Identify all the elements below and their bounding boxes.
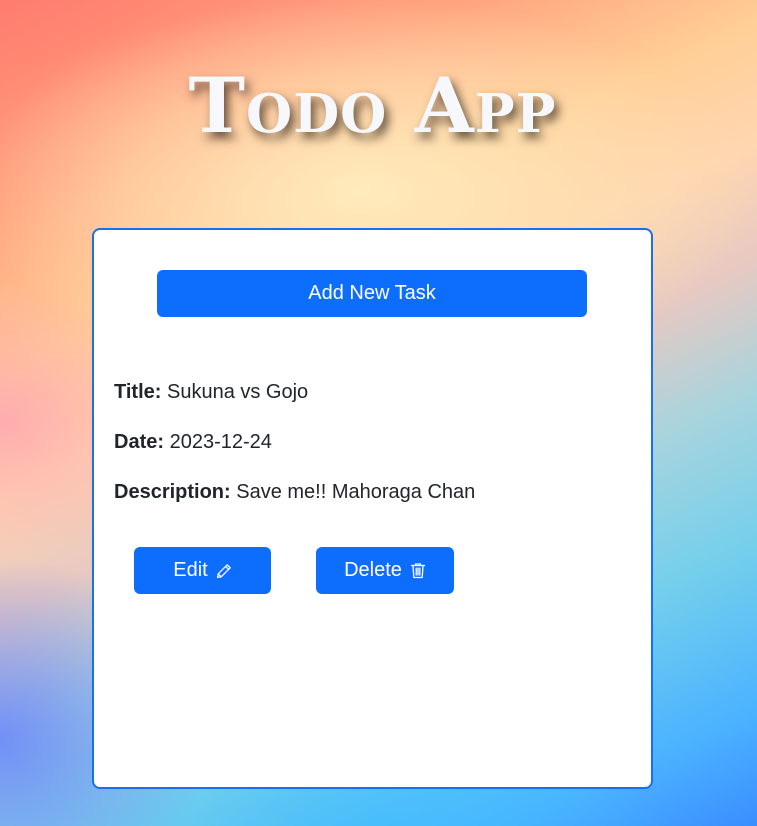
task-title-label: Title:	[114, 381, 162, 403]
delete-label: Delete	[344, 559, 402, 581]
task-description-value: Save me!! Mahoraga Chan	[236, 481, 476, 503]
app-title: Todo App	[188, 61, 557, 150]
edit-label: Edit	[173, 559, 208, 581]
add-new-task-button[interactable]: Add New Task	[157, 270, 587, 317]
task-description-row: Description: Save me!! Mahoraga Chan	[114, 481, 475, 504]
task-title-row: Title: Sukuna vs Gojo	[114, 381, 308, 404]
add-new-task-label: Add New Task	[308, 282, 436, 304]
task-title-value: Sukuna vs Gojo	[166, 381, 309, 403]
task-date-label: Date:	[114, 431, 165, 453]
task-date-value: 2023-12-24	[169, 431, 272, 453]
task-card: Add New Task Title: Sukuna vs Gojo Date:…	[92, 228, 653, 789]
task-date-row: Date: 2023-12-24	[114, 431, 272, 454]
delete-button[interactable]: Delete	[316, 547, 454, 594]
edit-button[interactable]: Edit	[134, 547, 271, 594]
task-description-label: Description:	[114, 481, 231, 503]
pencil-icon	[216, 563, 232, 579]
trash-icon	[410, 562, 426, 579]
